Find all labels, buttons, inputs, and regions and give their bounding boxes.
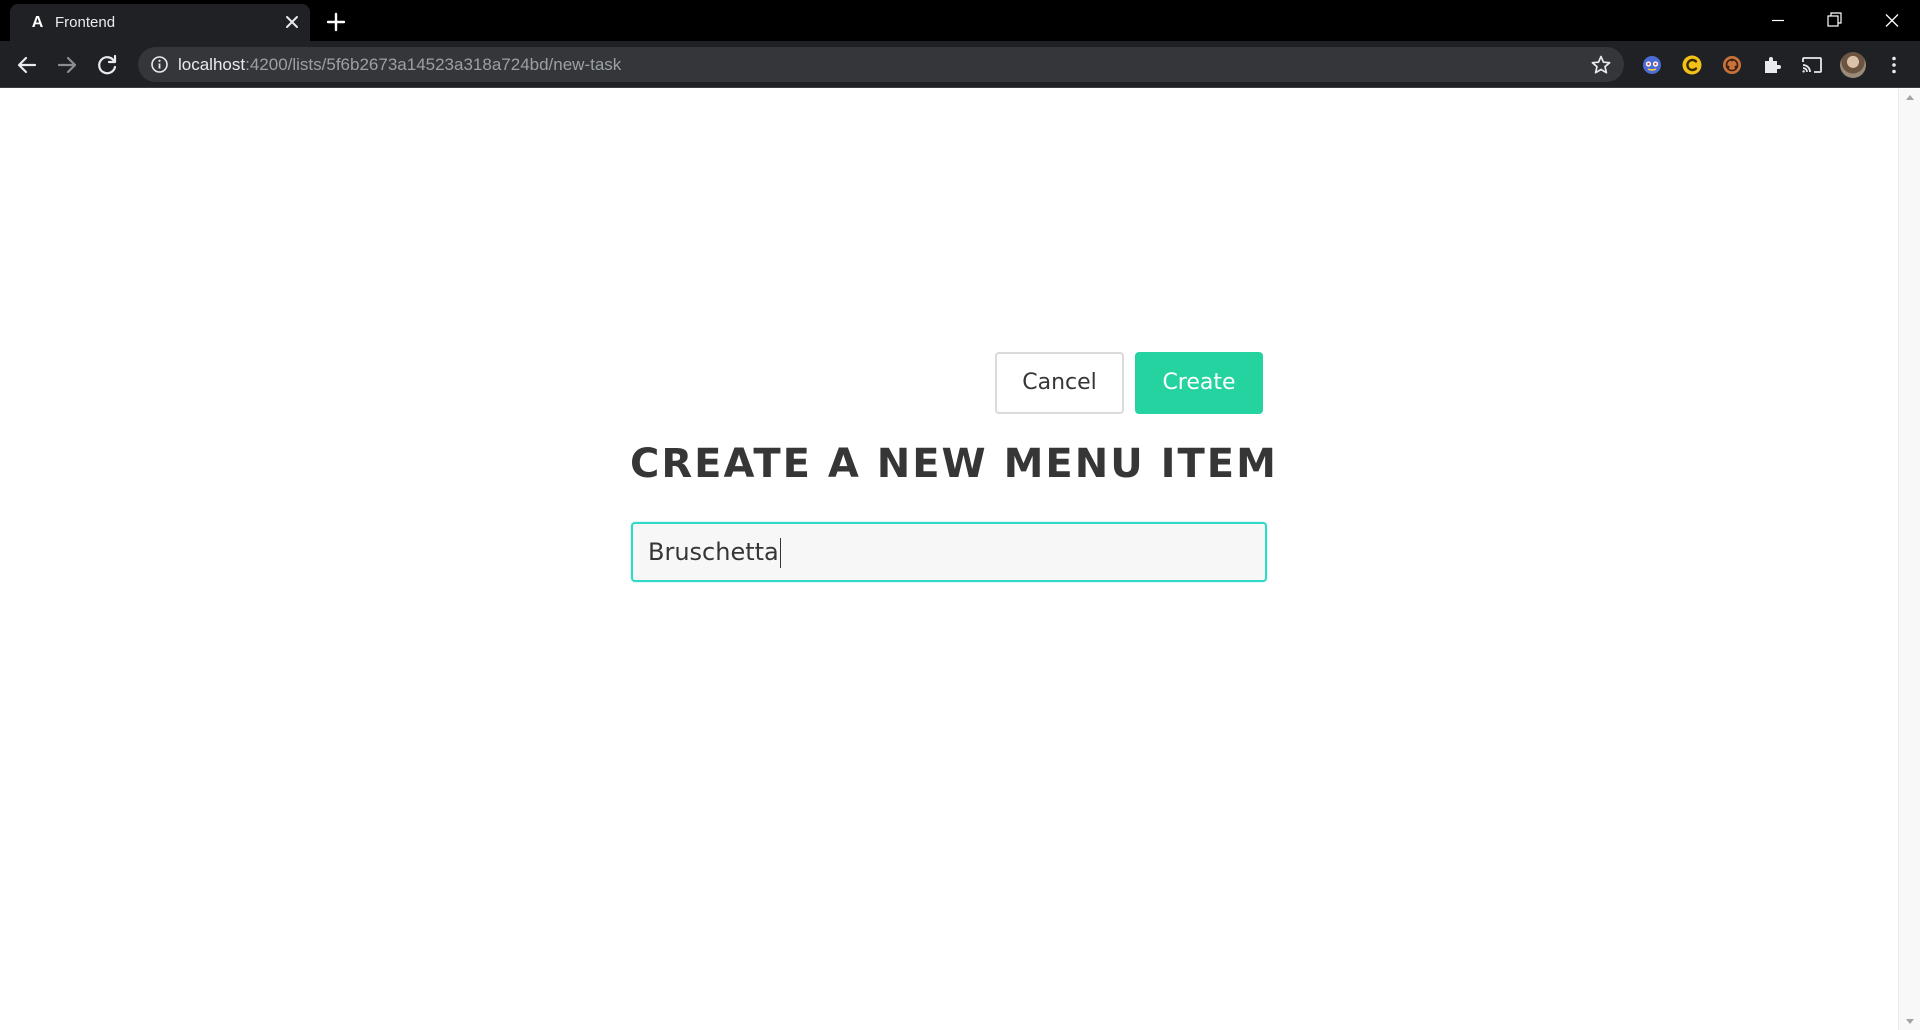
page-viewport: CREATE A NEW MENU ITEM Bruschetta Cancel…: [0, 89, 1920, 1030]
tab-close-icon[interactable]: [282, 12, 302, 32]
kebab-menu-icon[interactable]: [1882, 53, 1906, 77]
browser-tab-strip: A Frontend: [0, 0, 1920, 41]
create-button[interactable]: Create: [1135, 352, 1263, 414]
item-name-value: Bruschetta: [648, 524, 781, 580]
url-text: localhost:4200/lists/5f6b2673a14523a318a…: [178, 55, 621, 75]
scroll-up-arrow-icon[interactable]: [1906, 95, 1914, 100]
page-title: CREATE A NEW MENU ITEM: [630, 441, 1278, 487]
extension-yellow-icon[interactable]: [1680, 53, 1704, 77]
window-close-icon[interactable]: [1864, 0, 1920, 41]
back-arrow-icon[interactable]: [12, 50, 42, 80]
angular-favicon-icon: A: [31, 14, 44, 31]
tab-title: Frontend: [55, 14, 116, 31]
reload-icon[interactable]: [92, 50, 122, 80]
restore-icon[interactable]: [1806, 0, 1862, 41]
cast-icon[interactable]: [1800, 53, 1824, 77]
new-tab-icon[interactable]: [323, 9, 349, 35]
item-name-text: Bruschetta: [648, 538, 779, 566]
browser-tab[interactable]: A Frontend: [10, 4, 310, 41]
extension-cookie-icon[interactable]: [1720, 53, 1744, 77]
browser-toolbar: localhost:4200/lists/5f6b2673a14523a318a…: [0, 41, 1920, 88]
forward-arrow-icon[interactable]: [52, 50, 82, 80]
vertical-scrollbar[interactable]: [1898, 89, 1920, 1030]
profile-avatar[interactable]: [1840, 52, 1866, 78]
address-bar[interactable]: localhost:4200/lists/5f6b2673a14523a318a…: [138, 47, 1624, 82]
bookmark-star-icon[interactable]: [1590, 54, 1612, 76]
extensions-puzzle-icon[interactable]: [1760, 53, 1784, 77]
url-path: :4200/lists/5f6b2673a14523a318a724bd/new…: [245, 55, 622, 74]
extension-grammar-icon[interactable]: [1640, 53, 1664, 77]
minimize-icon[interactable]: [1750, 0, 1806, 41]
new-item-form: CREATE A NEW MENU ITEM Bruschetta: [630, 439, 1278, 582]
url-host: localhost: [178, 55, 246, 74]
cancel-button[interactable]: Cancel: [995, 352, 1124, 414]
text-caret: [779, 538, 781, 568]
scroll-down-arrow-icon[interactable]: [1906, 1019, 1914, 1024]
item-name-input[interactable]: Bruschetta: [631, 522, 1267, 582]
site-info-icon[interactable]: [150, 55, 169, 74]
